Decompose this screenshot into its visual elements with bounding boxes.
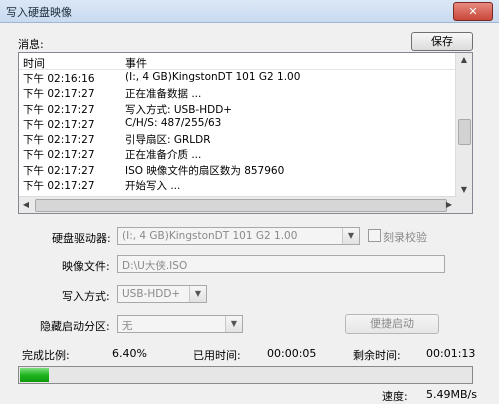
log-row-event: (I:, 4 GB)KingstonDT 101 G2 1.00 <box>125 71 301 83</box>
log-row-time: 下午 02:17:27 <box>23 164 95 177</box>
log-row-event: C/H/S: 487/255/63 <box>125 116 222 129</box>
scroll-up-icon[interactable]: ▲ <box>456 53 472 67</box>
log-row[interactable]: 下午 02:17:27 写入方式: USB-HDD+ <box>19 101 456 116</box>
log-row-time: 下午 02:17:27 <box>23 103 95 116</box>
verify-checkbox[interactable] <box>368 229 381 242</box>
close-icon: ✕ <box>468 5 478 18</box>
scroll-right-icon[interactable]: ▶ <box>442 197 456 213</box>
log-row-time: 下午 02:17:27 <box>23 118 95 131</box>
scroll-down-icon[interactable]: ▼ <box>456 183 472 197</box>
image-file-label: 映像文件: <box>62 260 110 273</box>
log-row-event: 正在准备介质 ... <box>125 149 202 162</box>
remaining-value: 00:01:13 <box>426 347 476 360</box>
chevron-down-icon[interactable]: ▼ <box>225 316 242 332</box>
complete-value: 6.40% <box>112 347 147 360</box>
log-row[interactable]: 下午 02:17:27 C/H/S: 487/255/63 <box>19 116 456 131</box>
messages-label: 消息: <box>18 38 44 51</box>
log-row-time: 下午 02:17:27 <box>23 149 95 162</box>
chevron-down-icon[interactable]: ▼ <box>189 286 206 302</box>
write-mode-label: 写入方式: <box>62 290 110 303</box>
drive-select-value: (I:, 4 GB)KingstonDT 101 G2 1.00 <box>122 230 298 242</box>
log-row-time: 下午 02:16:16 <box>23 73 95 85</box>
vertical-scroll-thumb[interactable] <box>458 119 471 145</box>
log-header: 时间 事件 <box>19 53 456 70</box>
log-row-event: 开始写入 ... <box>125 180 181 193</box>
hidden-partition-label: 隐藏启动分区: <box>40 320 110 333</box>
drive-label: 硬盘驱动器: <box>52 232 111 245</box>
log-row-time: 下午 02:17:27 <box>23 180 95 193</box>
hidden-partition-value: 无 <box>122 320 133 332</box>
convenient-boot-button[interactable]: 便捷启动 <box>345 314 439 334</box>
write-mode-select[interactable]: USB-HDD+ ▼ <box>117 285 207 303</box>
horizontal-scroll-thumb[interactable] <box>35 199 447 212</box>
drive-select[interactable]: (I:, 4 GB)KingstonDT 101 G2 1.00 ▼ <box>117 227 360 245</box>
image-file-value: D:\U大侠.ISO <box>122 260 188 272</box>
log-row[interactable]: 下午 02:17:27 正在准备数据 ... <box>19 85 456 100</box>
elapsed-label: 已用时间: <box>193 349 241 362</box>
window-title: 写入硬盘映像 <box>6 6 72 19</box>
log-row-time: 下午 02:17:27 <box>23 88 95 101</box>
log-row[interactable]: 下午 02:17:27 ISO 映像文件的扇区数为 857960 <box>19 162 456 177</box>
column-header-time[interactable]: 时间 <box>23 55 45 71</box>
write-mode-value: USB-HDD+ <box>122 288 181 300</box>
speed-value: 5.49MB/s <box>426 388 477 401</box>
hidden-partition-select[interactable]: 无 ▼ <box>117 315 243 333</box>
scrollbar-corner <box>456 197 472 213</box>
remaining-label: 剩余时间: <box>353 349 401 362</box>
write-progress-bar <box>18 366 473 384</box>
log-row-event: 引导扇区: GRLDR <box>125 134 211 147</box>
log-row-event: 正在准备数据 ... <box>125 88 202 101</box>
vertical-scrollbar[interactable]: ▲ ▼ <box>455 53 472 197</box>
column-header-event[interactable]: 事件 <box>125 55 147 71</box>
log-row[interactable]: 下午 02:17:27 正在准备介质 ... <box>19 146 456 161</box>
progress-fill <box>20 368 49 382</box>
log-list[interactable]: 时间 事件 下午 02:16:16 (I:, 4 GB)KingstonDT 10… <box>18 52 473 214</box>
scroll-left-icon[interactable]: ◀ <box>19 197 33 213</box>
log-row[interactable]: 下午 02:17:27 引导扇区: GRLDR <box>19 131 456 146</box>
image-file-input[interactable]: D:\U大侠.ISO <box>117 255 445 273</box>
log-row-event: ISO 映像文件的扇区数为 857960 <box>125 164 285 177</box>
elapsed-value: 00:00:05 <box>267 347 317 360</box>
log-row-event: 写入方式: USB-HDD+ <box>125 103 233 116</box>
close-button[interactable]: ✕ <box>453 2 493 21</box>
verify-label[interactable]: 刻录校验 <box>383 229 427 245</box>
chevron-down-icon[interactable]: ▼ <box>342 228 359 244</box>
log-row-time: 下午 02:17:27 <box>23 134 95 147</box>
log-row[interactable]: 下午 02:16:16 (I:, 4 GB)KingstonDT 101 G2 1… <box>19 70 456 85</box>
log-row[interactable]: 下午 02:17:27 开始写入 ... <box>19 177 456 192</box>
horizontal-scrollbar[interactable]: ◀ ▶ <box>19 196 456 213</box>
title-bar: 写入硬盘映像 ✕ <box>0 0 499 23</box>
save-button[interactable]: 保存 <box>411 32 473 51</box>
speed-label: 速度: <box>382 390 408 403</box>
log-rows: 下午 02:16:16 (I:, 4 GB)KingstonDT 101 G2 1… <box>19 70 456 192</box>
complete-label: 完成比例: <box>22 349 70 362</box>
